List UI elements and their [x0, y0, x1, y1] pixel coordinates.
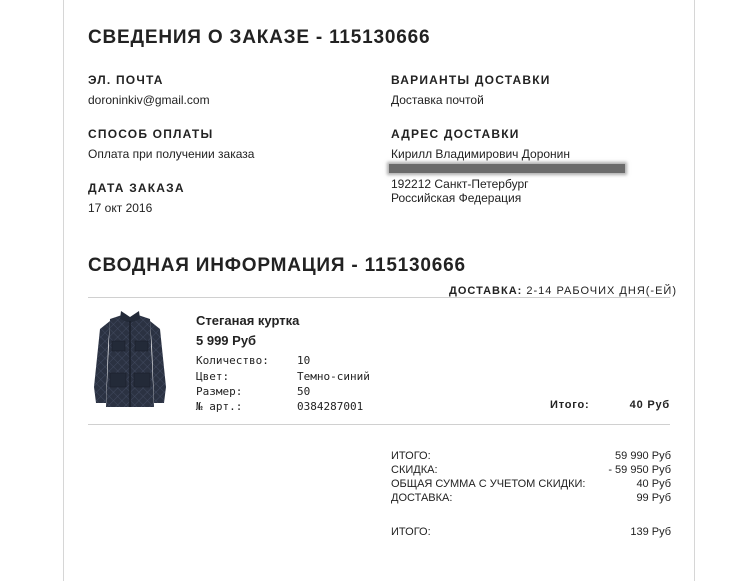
payment-value: Оплата при получении заказа — [88, 147, 255, 161]
art-label: № арт.: — [196, 400, 243, 413]
discounted-total-label: ОБЩАЯ СУММА С УЧЕТОМ СКИДКИ: — [391, 478, 586, 490]
subtotal-label: ИТОГО: — [391, 450, 431, 462]
qty-label: Количество: — [196, 354, 269, 367]
address-country: Российская Федерация — [391, 191, 522, 205]
summary-title: СВОДНАЯ ИНФОРМАЦИЯ - 115130666 — [88, 255, 466, 276]
address-label: АДРЕС ДОСТАВКИ — [391, 127, 520, 141]
item-price: 5 999 Руб — [196, 333, 257, 348]
size-value: 50 — [297, 385, 311, 398]
qty-value: 10 — [297, 354, 311, 367]
order-date-label: ДАТА ЗАКАЗА — [88, 181, 185, 195]
quilted-jacket-image[interactable] — [88, 307, 172, 411]
grand-total-value: 139 Руб — [630, 526, 671, 538]
item-total-label: Итого: — [550, 399, 590, 411]
discount-label: СКИДКА: — [391, 464, 438, 476]
email-value: doroninkiv@gmail.com — [88, 93, 210, 107]
delivery-time-label: ДОСТАВКА: — [449, 285, 523, 297]
payment-label: СПОСОБ ОПЛАТЫ — [88, 127, 214, 141]
divider — [88, 424, 670, 425]
order-title: СВЕДЕНИЯ О ЗАКАЗЕ - 115130666 — [88, 27, 431, 48]
discounted-total-value: 40 Руб — [636, 478, 671, 490]
order-date-value: 17 окт 2016 — [88, 201, 153, 215]
delivery-options-value: Доставка почтой — [391, 93, 484, 107]
delivery-options-label: ВАРИАНТЫ ДОСТАВКИ — [391, 73, 551, 87]
redacted-address-line — [389, 164, 625, 173]
address-city: 192212 Санкт-Петербург — [391, 177, 529, 191]
subtotal-value: 59 990 Руб — [615, 450, 671, 462]
grand-total-label: ИТОГО: — [391, 526, 431, 538]
art-value: 0384287001 — [297, 400, 364, 413]
discount-value: - 59 950 Руб — [608, 464, 671, 476]
address-name: Кирилл Владимирович Доронин — [391, 147, 570, 161]
size-label: Размер: — [196, 385, 243, 398]
email-label: ЭЛ. ПОЧТА — [88, 73, 164, 87]
delivery-time: ДОСТАВКА: 2-14 РАБОЧИХ ДНЯ(-ЕЙ) — [449, 285, 677, 297]
item-name[interactable]: Стеганая куртка — [196, 313, 299, 328]
shipping-value: 99 Руб — [636, 492, 671, 504]
item-total-value: 40 Руб — [629, 399, 670, 411]
shipping-label: ДОСТАВКА: — [391, 492, 453, 504]
color-label: Цвет: — [196, 370, 230, 383]
color-value: Темно-синий — [297, 370, 370, 383]
divider — [88, 297, 670, 298]
delivery-time-value: 2-14 РАБОЧИХ ДНЯ(-ЕЙ) — [526, 285, 677, 297]
